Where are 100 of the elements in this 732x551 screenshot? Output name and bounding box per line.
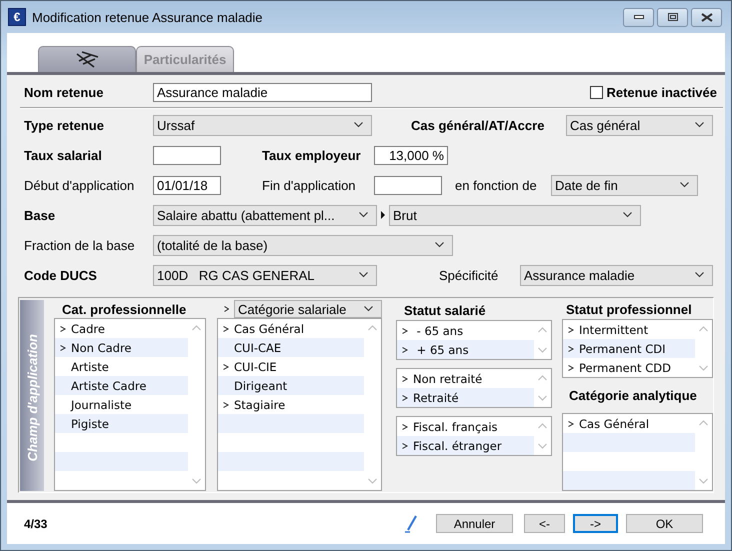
list-item[interactable]: Intermittent — [563, 320, 695, 340]
scroll-up-icon — [192, 325, 201, 331]
list-item[interactable]: Retraité — [397, 388, 534, 407]
text-field[interactable] — [153, 146, 221, 164]
list-box[interactable]: Fiscal. français Fiscal. étranger — [396, 416, 552, 456]
checkbox-label: Retenue inactivée — [606, 84, 717, 100]
list-box[interactable]: - 65 ans + 65 ans — [396, 320, 552, 360]
checkbox[interactable] — [590, 86, 604, 98]
list-item[interactable]: Stagiaire — [218, 395, 364, 414]
field-label: Cas général/AT/Accre — [411, 118, 546, 132]
caret-icon — [680, 182, 689, 188]
list-item[interactable]: Permanent CDI — [563, 339, 695, 358]
list-item[interactable]: CUI-CAE — [218, 338, 364, 357]
list-box[interactable]: Intermittent Permanent CDI Permanent CDD — [562, 319, 713, 378]
scroll-down-icon — [538, 443, 547, 449]
list-item[interactable]: Artiste Cadre — [55, 376, 188, 395]
column-title: Cat. professionnelle — [62, 302, 186, 316]
dropdown[interactable]: Brut — [389, 204, 641, 226]
record-counter: 4/33 — [24, 516, 48, 530]
list-item[interactable]: Non Cadre — [55, 338, 188, 357]
footer-button[interactable]: Annuler — [436, 514, 513, 533]
list-item[interactable]: - 65 ans — [397, 321, 534, 340]
date-field[interactable]: 01/01/18 — [153, 176, 221, 194]
column-title: Statut professionnel — [566, 302, 692, 318]
caret-icon — [359, 272, 368, 278]
scroll-down-icon — [192, 478, 201, 484]
minimize-icon — [634, 15, 644, 19]
scroll-down-icon — [699, 365, 708, 372]
caret-icon — [623, 212, 632, 218]
field-label: en fonction de — [455, 178, 538, 192]
field-label: Code DUCS — [24, 268, 98, 282]
list-item[interactable]: Cas Général — [218, 319, 364, 338]
app-icon: € — [8, 8, 26, 26]
chair-icon — [74, 50, 100, 68]
list-box[interactable]: Cas Général CUI-CAE CUI-CIE Dirigeant Stagiaire — [217, 318, 382, 491]
list-item[interactable]: + 65 ans — [397, 340, 534, 359]
footer-button[interactable]: -> — [573, 514, 618, 533]
dropdown[interactable]: Cas général — [566, 114, 713, 136]
scroll-up-icon — [538, 423, 547, 429]
field-label: Nom retenue — [24, 84, 104, 100]
field-label: Spécificité — [439, 268, 500, 282]
maximize-button[interactable] — [657, 8, 688, 26]
field-label: Fin d'application — [262, 178, 357, 192]
caret-icon — [435, 242, 444, 248]
date-field[interactable] — [374, 176, 442, 194]
dropdown[interactable]: 100D RG CAS GENERAL — [153, 264, 377, 286]
list-item[interactable]: Fiscal. français — [397, 417, 534, 436]
scroll-up-icon — [368, 325, 377, 331]
column-title: Statut salarié — [404, 302, 486, 318]
text-field[interactable]: Assurance maladie — [153, 82, 372, 102]
caret-icon — [695, 272, 704, 278]
list-item[interactable]: Dirigeant — [218, 376, 364, 395]
field-label: Base — [24, 208, 56, 222]
footer-button[interactable]: OK — [626, 514, 703, 533]
maximize-icon — [668, 13, 678, 21]
tab[interactable] — [38, 46, 136, 72]
pen-icon[interactable] — [404, 514, 418, 532]
close-icon — [700, 12, 712, 22]
chevron-icon — [224, 306, 229, 312]
list-item[interactable]: Artiste — [55, 357, 188, 376]
list-item[interactable]: Journaliste — [55, 395, 188, 414]
caret-icon — [364, 306, 373, 312]
scroll-up-icon — [538, 375, 547, 381]
group-title: Champ d'application — [24, 334, 40, 461]
list-box[interactable]: Cadre Non Cadre Artiste Artiste Cadre Journaliste Pigiste — [54, 318, 206, 491]
list-item[interactable]: Cadre — [55, 319, 188, 338]
field-label: Taux salarial — [24, 148, 103, 162]
list-item[interactable]: CUI-CIE — [218, 357, 364, 376]
caret-icon — [354, 122, 363, 128]
scroll-up-icon — [538, 327, 547, 333]
scroll-down-icon — [538, 395, 547, 401]
scroll-up-icon — [699, 420, 708, 426]
list-box[interactable]: Non retraité Retraité — [396, 368, 552, 408]
list-item[interactable]: Fiscal. étranger — [397, 436, 534, 455]
text-field[interactable]: 13,000 % — [374, 146, 448, 164]
close-button[interactable] — [691, 8, 722, 26]
field-label: Fraction de la base — [24, 238, 136, 252]
field-label: Taux employeur — [262, 148, 362, 162]
footer-button[interactable]: <- — [524, 514, 565, 533]
window-title: Modification retenue Assurance maladie — [32, 10, 263, 24]
dropdown[interactable]: (totalité de la base) — [153, 234, 453, 256]
arrow-icon — [381, 211, 385, 219]
dropdown[interactable]: Date de fin — [551, 174, 698, 196]
column-title: Catégorie analytique — [569, 388, 697, 404]
list-item[interactable]: Non retraité — [397, 369, 534, 388]
minimize-button[interactable] — [623, 8, 654, 26]
list-box[interactable]: Cas Général — [562, 413, 713, 491]
scroll-down-icon — [699, 478, 708, 484]
dropdown[interactable]: Catégorie salariale — [234, 300, 382, 318]
dropdown[interactable]: Salaire abattu (abattement pl... — [153, 204, 377, 226]
dropdown[interactable]: Urssaf — [153, 114, 372, 136]
list-item[interactable]: Permanent CDD — [563, 358, 695, 378]
scroll-down-icon — [368, 478, 377, 484]
list-item[interactable]: Pigiste — [55, 414, 188, 433]
caret-icon — [695, 122, 704, 128]
dropdown[interactable]: Assurance maladie — [520, 264, 713, 286]
scroll-down-icon — [538, 347, 547, 353]
list-item[interactable]: Cas Général — [563, 414, 695, 433]
caret-icon — [359, 212, 368, 218]
field-label: Type retenue — [24, 118, 105, 132]
